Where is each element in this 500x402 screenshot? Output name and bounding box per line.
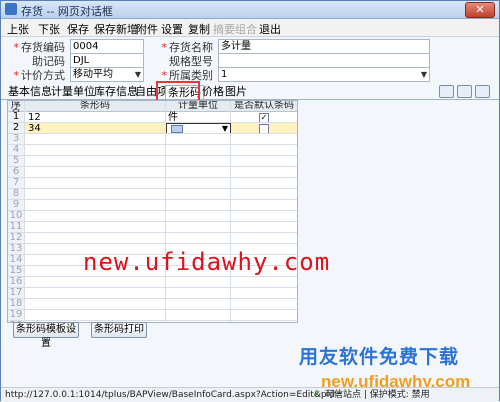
costing-label: * 计价方式 — [13, 69, 66, 82]
edit-row-icon[interactable] — [457, 85, 472, 98]
barcode-print-button[interactable]: 条形码打印 — [91, 322, 147, 338]
save-new-button[interactable]: 保存新增 — [94, 21, 138, 37]
attachment-button[interactable]: 附件 — [136, 21, 158, 37]
header-form: * 存货编码 0004 助记码 DJL * 计价方式 移动平均 ▼ * 存货名称 多计量… — [1, 37, 499, 83]
exit-button[interactable]: 退出 — [259, 21, 281, 37]
check-icon: ✔ — [313, 390, 321, 400]
status-url: http://127.0.0.1:1014/tplus/BAPView/Base… — [5, 390, 343, 400]
barcode-template-button[interactable]: 条形码模板设置 — [13, 322, 79, 349]
prev-button[interactable]: 上张 — [7, 21, 29, 37]
save-button[interactable]: 保存 — [67, 21, 89, 37]
row-highlight — [25, 123, 297, 133]
dialog-window: 存货 -- 网页对话框 ✕ 上张 下张 保存 保存新增 附件 设置 复制 摘要组… — [0, 0, 500, 402]
col-header-unit: 计量单位 — [166, 101, 230, 112]
add-row-icon[interactable] — [439, 85, 454, 98]
app-icon — [5, 3, 17, 15]
col-header-barcode: 条形码 — [25, 101, 165, 112]
code-input[interactable]: 0004 — [70, 39, 144, 54]
col-header-default: 是否默认条码 — [231, 101, 297, 112]
window-title: 存货 -- 网页对话框 — [21, 5, 113, 18]
copy-button[interactable]: 复制 — [188, 21, 210, 37]
barcode-grid: 序号 条形码 计量单位 是否默认条码 1 12 件 ✓ 2 34 ▼ 34567… — [7, 100, 298, 323]
chevron-down-icon: ▼ — [134, 70, 141, 79]
overlay-slogan: 用友软件免费下载 — [299, 346, 460, 368]
status-bar: http://127.0.0.1:1014/tplus/BAPView/Base… — [1, 387, 499, 402]
tab-strip: 基本信息 计量单位 库存信息 自由项 条形码 价格 图片 — [1, 85, 499, 100]
watermark-text: new.ufidawhy.com — [83, 248, 331, 276]
tab-images[interactable]: 图片 — [223, 85, 249, 98]
category-select[interactable]: 1 ▼ — [218, 67, 430, 82]
settings-button[interactable]: 设置 — [161, 21, 183, 37]
close-button[interactable]: ✕ — [465, 2, 495, 18]
status-zone: 可信站点 | 保护模式: 禁用 — [325, 390, 430, 400]
delete-row-icon[interactable] — [475, 85, 490, 98]
next-button[interactable]: 下张 — [38, 21, 60, 37]
tab-basic-info[interactable]: 基本信息 — [6, 85, 54, 98]
toolbar: 上张 下张 保存 保存新增 附件 设置 复制 摘要组合 退出 — [1, 19, 499, 37]
title-bar: 存货 -- 网页对话框 ✕ — [1, 1, 499, 19]
chevron-down-icon: ▼ — [221, 124, 228, 133]
costing-select[interactable]: 移动平均 ▼ — [70, 67, 144, 82]
name-input[interactable]: 多计量 — [218, 39, 430, 54]
tab-units[interactable]: 计量单位 — [49, 85, 97, 98]
chevron-down-icon: ▼ — [420, 70, 427, 79]
mnemonic-input[interactable]: DJL — [70, 53, 144, 68]
summary-combine-button[interactable]: 摘要组合 — [213, 21, 257, 37]
spec-input[interactable] — [218, 53, 430, 68]
